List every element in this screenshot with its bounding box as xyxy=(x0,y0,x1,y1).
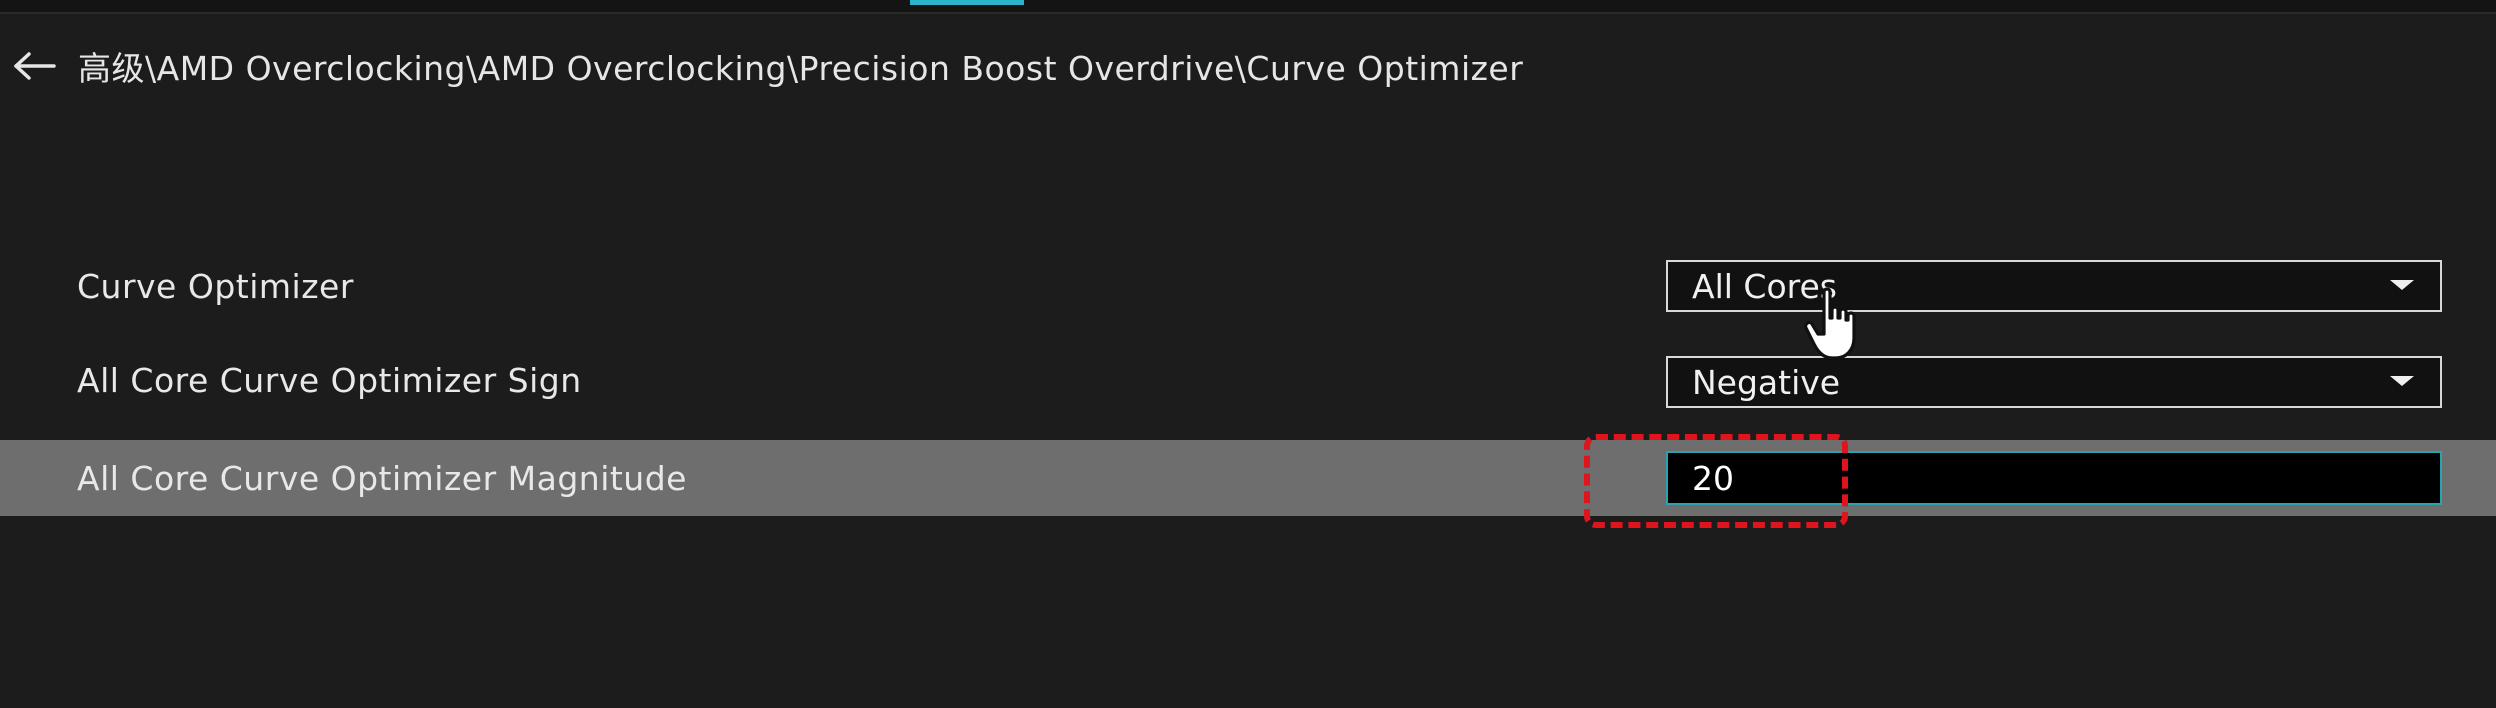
setting-row-curve-optimizer[interactable]: Curve Optimizer All Cores xyxy=(0,248,2496,324)
chevron-down-icon xyxy=(2382,260,2422,312)
breadcrumb-path: 高级\AMD Overclocking\AMD Overclocking\Pre… xyxy=(78,49,1524,88)
curve-optimizer-dropdown[interactable]: All Cores xyxy=(1666,260,2442,312)
input-value: 20 xyxy=(1692,458,1734,498)
dropdown-value: Negative xyxy=(1692,362,1841,402)
arrow-left-icon xyxy=(14,52,56,80)
setting-label: All Core Curve Optimizer Sign xyxy=(77,360,582,400)
curve-optimizer-magnitude-input[interactable]: 20 xyxy=(1666,451,2442,505)
back-button[interactable] xyxy=(0,36,70,96)
top-strip xyxy=(0,0,2496,14)
breadcrumb: 高级\AMD Overclocking\AMD Overclocking\Pre… xyxy=(0,36,1523,96)
active-tab-indicator xyxy=(910,0,1024,5)
setting-row-curve-optimizer-magnitude[interactable]: All Core Curve Optimizer Magnitude 20 xyxy=(0,440,2496,516)
dropdown-value: All Cores xyxy=(1692,266,1837,306)
setting-label: All Core Curve Optimizer Magnitude xyxy=(77,458,687,498)
curve-optimizer-sign-dropdown[interactable]: Negative xyxy=(1666,356,2442,408)
chevron-down-icon xyxy=(2382,356,2422,408)
setting-label: Curve Optimizer xyxy=(77,266,354,306)
setting-row-curve-optimizer-sign[interactable]: All Core Curve Optimizer Sign Negative xyxy=(0,342,2496,418)
